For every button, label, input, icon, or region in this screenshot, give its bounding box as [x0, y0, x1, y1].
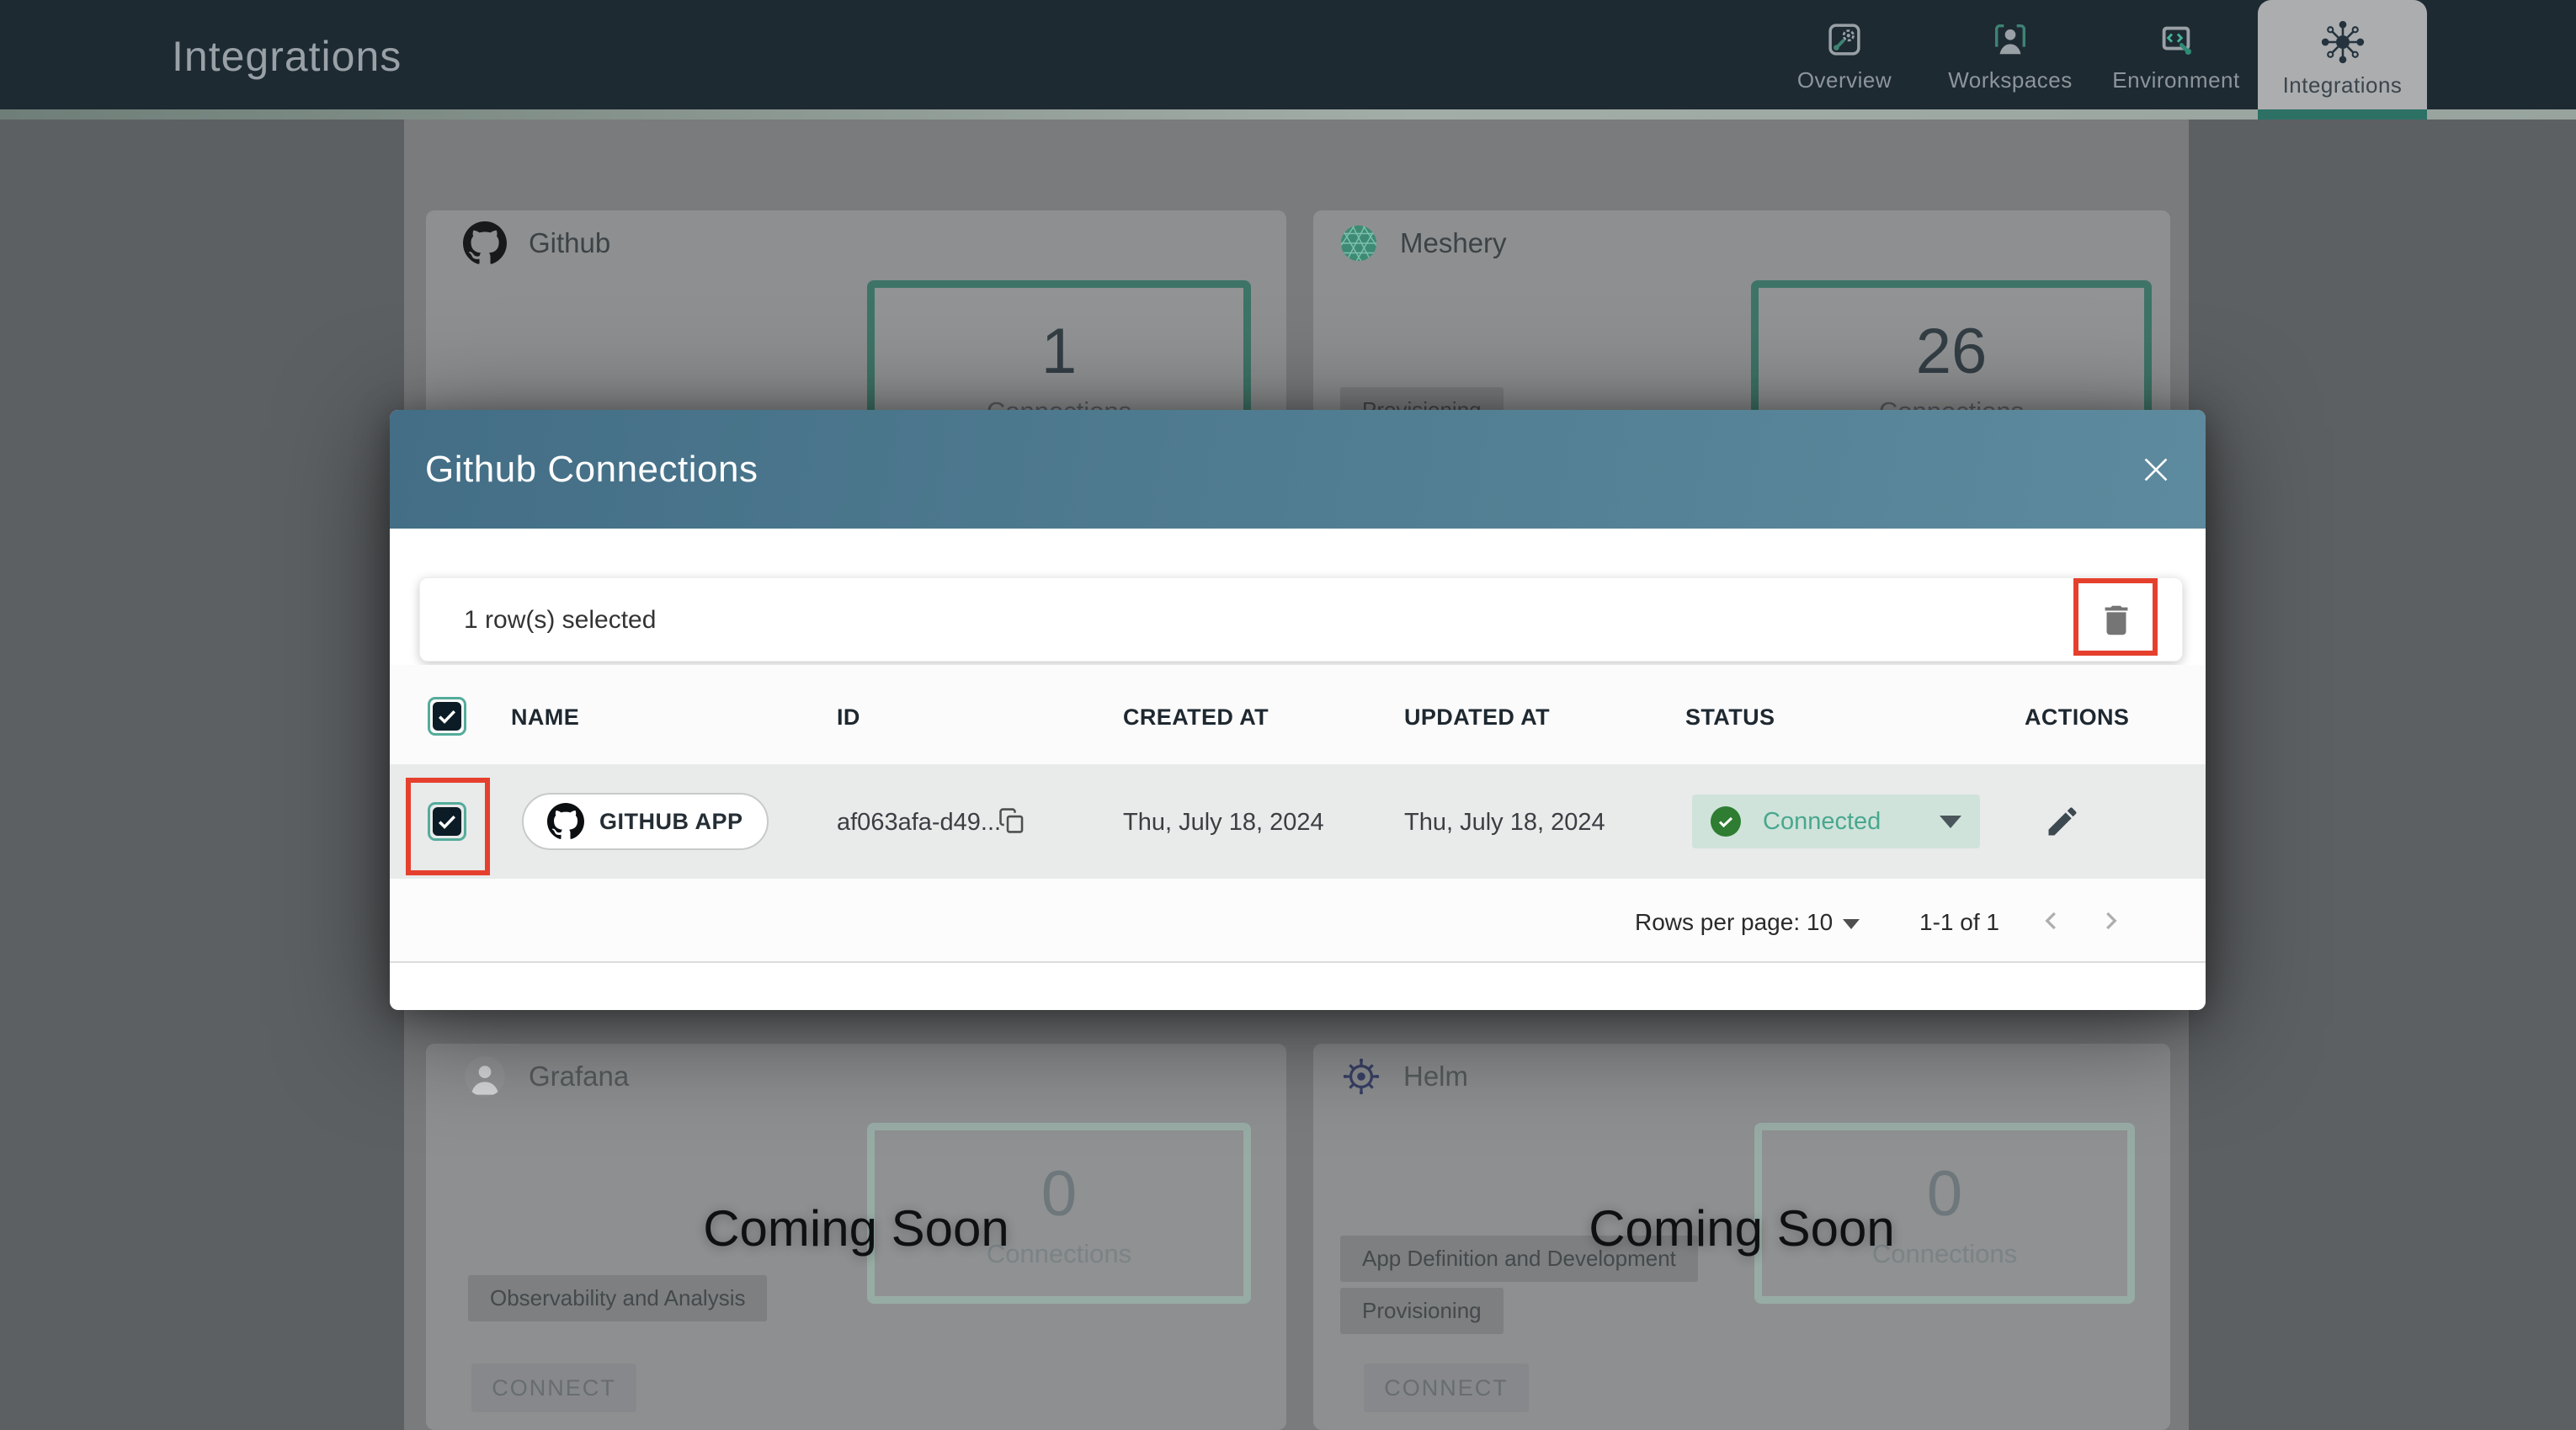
previous-page-button[interactable]: [2036, 906, 2067, 936]
card-github-title: Github: [529, 227, 611, 258]
col-header-updated: UPDATED AT: [1404, 704, 1550, 730]
select-all-checkbox-box: [433, 702, 461, 731]
overview-icon: [1828, 24, 1860, 56]
modal-title: Github Connections: [425, 448, 758, 490]
connection-name-chip[interactable]: GITHUB APP: [522, 793, 769, 850]
app-header: Integrations Overview Workspaces Environ…: [0, 0, 2576, 109]
grafana-coming-soon-label: Coming Soon: [703, 1200, 1009, 1257]
card-grafana-title: Grafana: [529, 1061, 630, 1092]
col-header-created: CREATED AT: [1123, 704, 1269, 730]
helm-coming-soon-label: Coming Soon: [1589, 1200, 1895, 1257]
grafana-chip-observability: Observability and Analysis: [468, 1275, 768, 1321]
chevron-left-icon: [2045, 912, 2056, 930]
tab-integrations[interactable]: Integrations: [2258, 0, 2427, 109]
tab-workspaces-label: Workspaces: [1948, 67, 2073, 93]
updated-at-cell: Thu, July 18, 2024: [1404, 809, 1605, 836]
annotation-box-delete-button: [2073, 578, 2158, 656]
rows-per-page-select[interactable]: 10: [1807, 909, 1833, 936]
connection-name-label: GITHUB APP: [599, 808, 743, 834]
github-connections-modal: Github Connections 1 row(s) selected NAM…: [390, 410, 2206, 1010]
card-github-head: Github: [463, 221, 610, 265]
created-at-cell: Thu, July 18, 2024: [1123, 809, 1324, 836]
checkmark-icon: [439, 710, 456, 724]
environment-icon: [2162, 26, 2192, 56]
table-header-row: NAME ID CREATED AT UPDATED AT STATUS ACT…: [390, 665, 2206, 764]
meshery-connections-count: 26: [1915, 316, 1988, 387]
helm-logo-icon: [1343, 1058, 1380, 1095]
col-header-id: ID: [837, 704, 860, 730]
pagination-range: 1-1 of 1: [1919, 909, 1999, 935]
workspaces-icon: [1994, 24, 2026, 55]
github-logo-icon: [463, 221, 507, 264]
tab-environment-label: Environment: [2112, 67, 2240, 93]
edit-connection-button[interactable]: [2044, 803, 2081, 840]
col-header-name: NAME: [511, 704, 580, 730]
col-header-actions: ACTIONS: [2025, 704, 2130, 730]
chevron-down-icon[interactable]: [1843, 919, 1860, 929]
tab-overview-label: Overview: [1796, 67, 1892, 93]
helm-connect-button[interactable]: CONNECT: [1364, 1364, 1529, 1412]
card-helm-head: Helm: [1341, 1055, 1468, 1098]
github-connections-count: 1: [1041, 316, 1078, 387]
copy-id-button[interactable]: [998, 806, 1026, 835]
table-row-github-app: GITHUB APP af063afa-d49... Thu, July 18,…: [390, 764, 2206, 879]
close-icon: [2144, 458, 2168, 481]
header-underline: [0, 109, 2576, 120]
tab-workspaces[interactable]: Workspaces: [1926, 0, 2094, 109]
tab-overview[interactable]: Overview: [1760, 0, 1929, 109]
card-meshery-title: Meshery: [1400, 227, 1507, 258]
rows-per-page-label: Rows per page:: [1635, 909, 1801, 935]
check-circle-icon: [1711, 806, 1741, 837]
helm-chip-provisioning: Provisioning: [1340, 1288, 1504, 1334]
status-dropdown[interactable]: Connected: [1692, 795, 1980, 848]
connection-id: af063afa-d49...: [837, 809, 1002, 836]
close-button[interactable]: [2137, 450, 2175, 489]
chevron-down-icon: [1940, 815, 1961, 828]
grafana-connect-button[interactable]: CONNECT: [471, 1364, 636, 1412]
next-page-button[interactable]: [2095, 906, 2126, 936]
tab-integrations-label: Integrations: [2282, 72, 2403, 98]
integrations-page: Github 1 Connections Meshery 26 Connecti…: [0, 0, 2576, 1430]
checkmark-icon: [1718, 816, 1733, 828]
card-grafana-head: Grafana: [463, 1055, 629, 1098]
pagination-bar: Rows per page: 10 1-1 of 1: [390, 879, 2206, 963]
select-all-checkbox[interactable]: [428, 697, 466, 736]
selection-count-text: 1 row(s) selected: [464, 606, 657, 634]
active-tab-underline: [2258, 109, 2427, 120]
col-header-status: STATUS: [1685, 704, 1775, 730]
meshery-logo-icon: [1340, 225, 1377, 262]
card-helm-title: Helm: [1403, 1061, 1469, 1092]
modal-header: Github Connections: [390, 410, 2206, 529]
annotation-box-row-checkbox: [406, 778, 490, 875]
integrations-icon: [2321, 20, 2364, 64]
copy-icon: [999, 808, 1024, 833]
github-logo-icon: [547, 803, 584, 839]
page-title: Integrations: [172, 33, 402, 80]
card-meshery-head: Meshery: [1339, 221, 1507, 265]
status-label: Connected: [1763, 807, 1881, 835]
chevron-right-icon: [2106, 912, 2117, 930]
grafana-avatar-icon: [465, 1056, 505, 1097]
selection-toolbar: 1 row(s) selected: [419, 577, 2183, 662]
edit-pencil-icon: [2048, 807, 2077, 836]
tab-environment[interactable]: Environment: [2092, 0, 2260, 109]
